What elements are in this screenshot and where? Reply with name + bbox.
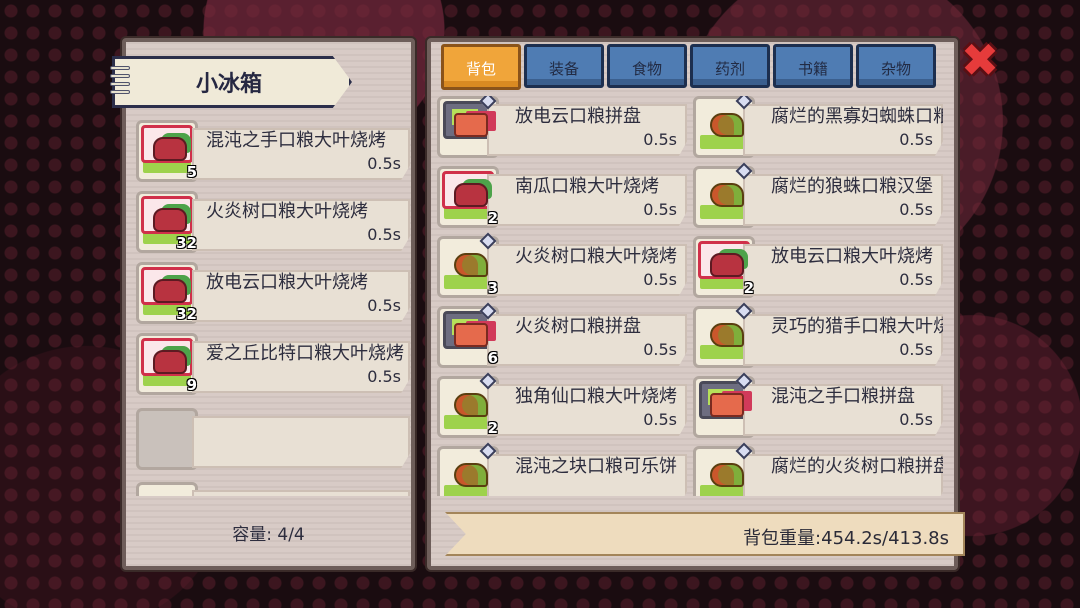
plate-food-icon — [454, 323, 488, 347]
steak-food-icon — [153, 279, 187, 303]
backpack-item[interactable]: 腐烂的火炎树口粮拼盘 — [693, 442, 943, 496]
steak-food-icon — [153, 137, 187, 161]
item-weight: 0.5s — [643, 340, 677, 359]
leaf-food-icon — [454, 463, 488, 487]
leaf-food-icon — [454, 253, 488, 277]
item-count: 6 — [487, 349, 498, 367]
empty-slot-box — [136, 408, 198, 470]
item-weight: 0.5s — [367, 154, 401, 173]
item-slot-frame: 32 — [136, 262, 198, 324]
tab-3[interactable]: 药剂 — [690, 44, 770, 88]
item-weight: 0.5s — [899, 200, 933, 219]
fridge-item[interactable]: 5 混沌之手口粮大叶烧烤 0.5s — [136, 120, 411, 182]
item-count: 32 — [176, 234, 197, 252]
backpack-item[interactable]: 2 独角仙口粮大叶烧烤 0.5s — [437, 372, 687, 438]
item-slot-frame: 5 — [136, 120, 198, 182]
item-name: 腐烂的火炎树口粮拼盘 — [771, 456, 943, 477]
tab-2[interactable]: 食物 — [607, 44, 687, 88]
empty-slot-box — [136, 482, 198, 496]
item-name: 灵巧的猎手口粮大叶烧烤 — [771, 316, 943, 337]
leaf-food-icon — [710, 323, 744, 347]
tab-0[interactable]: 背包 — [441, 44, 521, 90]
steak-food-icon — [153, 208, 187, 232]
tab-1[interactable]: 装备 — [524, 44, 604, 88]
steak-food-icon — [710, 253, 744, 277]
item-weight: 0.5s — [367, 225, 401, 244]
leaf-food-icon — [710, 183, 744, 207]
item-weight: 0.5s — [899, 340, 933, 359]
steak-food-icon — [153, 350, 187, 374]
backpack-weight-bar: 背包重量:454.2s/413.8s — [445, 512, 965, 556]
backpack-item-grid[interactable]: 放电云口粮拼盘 0.5s 腐烂的黑寡妇蜘蛛口粮 0.5s 2 南瓜口粮大叶烧烤 0.5s 腐烂… — [437, 96, 952, 496]
item-name: 爱之丘比特口粮大叶烧烤 — [206, 343, 404, 364]
fridge-item[interactable]: 9 爱之丘比特口粮大叶烧烤 0.5s — [136, 333, 411, 395]
item-count: 2 — [487, 419, 498, 437]
item-weight: 0.5s — [643, 200, 677, 219]
item-name: 放电云口粮大叶烧烤 — [771, 246, 933, 267]
fridge-capacity: 容量: 4/4 — [232, 525, 305, 545]
item-name: 放电云口粮大叶烧烤 — [206, 272, 368, 293]
item-name: 火炎树口粮大叶烧烤 — [515, 246, 677, 267]
backpack-item[interactable]: 灵巧的猎手口粮大叶烧烤 0.5s — [693, 302, 943, 368]
item-name: 腐烂的黑寡妇蜘蛛口粮 — [771, 106, 943, 127]
backpack-item[interactable]: 混沌之块口粮可乐饼 — [437, 442, 687, 496]
item-name: 混沌之手口粮拼盘 — [771, 386, 915, 407]
item-name: 火炎树口粮大叶烧烤 — [206, 201, 368, 222]
backpack-item[interactable]: 2 南瓜口粮大叶烧烤 0.5s — [437, 166, 687, 228]
leaf-food-icon — [710, 463, 744, 487]
item-count: 2 — [487, 209, 498, 227]
item-weight: 0.5s — [899, 270, 933, 289]
steak-food-icon — [454, 183, 488, 207]
close-icon[interactable]: ✖ — [958, 37, 1002, 84]
backpack-item[interactable]: 2 放电云口粮大叶烧烤 0.5s — [693, 236, 943, 298]
fridge-panel: 小冰箱 5 混沌之手口粮大叶烧烤 0.5s 32 火炎树口粮大叶烧烤 0.5s 32 放电云口… — [110, 38, 415, 570]
item-count: 2 — [743, 279, 754, 297]
item-count: 9 — [186, 376, 197, 394]
item-weight: 0.5s — [367, 296, 401, 315]
item-name: 混沌之块口粮可乐饼 — [515, 456, 677, 477]
empty-slot-bar — [192, 490, 410, 496]
empty-slot[interactable] — [136, 482, 411, 496]
item-name: 火炎树口粮拼盘 — [515, 316, 641, 337]
item-slot-frame: 32 — [136, 191, 198, 253]
backpack-item[interactable]: 混沌之手口粮拼盘 0.5s — [693, 372, 943, 438]
backpack-item[interactable]: 放电云口粮拼盘 0.5s — [437, 96, 687, 158]
plate-food-icon — [454, 113, 488, 137]
backpack-item[interactable]: 腐烂的狼蛛口粮汉堡 0.5s — [693, 162, 943, 228]
item-name: 放电云口粮拼盘 — [515, 106, 641, 127]
item-name: 独角仙口粮大叶烧烤 — [515, 386, 677, 407]
backpack-weight: 背包重量:454.2s/413.8s — [743, 528, 949, 549]
item-weight: 0.5s — [643, 410, 677, 429]
fridge-item[interactable]: 32 火炎树口粮大叶烧烤 0.5s — [136, 191, 411, 253]
empty-slot[interactable] — [136, 408, 411, 470]
fridge-title: 小冰箱 — [196, 72, 263, 97]
item-slot-frame: 9 — [136, 333, 198, 395]
item-name: 混沌之手口粮大叶烧烤 — [206, 130, 386, 151]
item-weight: 0.5s — [899, 130, 933, 149]
empty-slot-bar — [192, 416, 410, 468]
backpack-panel: 背包 装备 食物 药剂 书籍 杂物 放电云口粮拼盘 0.5s 腐烂的黑寡妇蜘蛛口粮 0.5s 2 南… — [427, 38, 965, 570]
backpack-item[interactable]: 6 火炎树口粮拼盘 0.5s — [437, 302, 687, 368]
backpack-item[interactable]: 腐烂的黑寡妇蜘蛛口粮 0.5s — [693, 96, 943, 158]
item-count: 32 — [176, 305, 197, 323]
fridge-item[interactable]: 32 放电云口粮大叶烧烤 0.5s — [136, 262, 411, 324]
item-weight: 0.5s — [643, 130, 677, 149]
backpack-item[interactable]: 3 火炎树口粮大叶烧烤 0.5s — [437, 232, 687, 298]
binder-rings-icon — [110, 62, 130, 106]
item-name: 腐烂的狼蛛口粮汉堡 — [771, 176, 933, 197]
item-name: 南瓜口粮大叶烧烤 — [515, 176, 659, 197]
item-weight: 0.5s — [643, 270, 677, 289]
leaf-food-icon — [710, 113, 744, 137]
backpack-tabs: 背包 装备 食物 药剂 书籍 杂物 — [441, 44, 939, 90]
item-count: 3 — [487, 279, 498, 297]
tab-5[interactable]: 杂物 — [856, 44, 936, 88]
leaf-food-icon — [454, 393, 488, 417]
item-count: 5 — [186, 163, 197, 181]
item-weight: 0.5s — [899, 410, 933, 429]
tab-4[interactable]: 书籍 — [773, 44, 853, 88]
plate-food-icon — [710, 393, 744, 417]
item-weight: 0.5s — [367, 367, 401, 386]
